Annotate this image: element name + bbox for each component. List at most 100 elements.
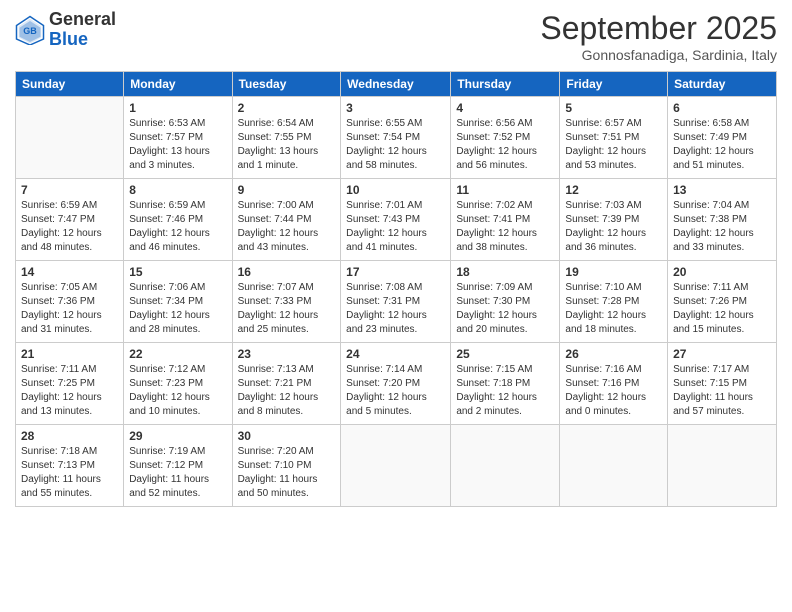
col-tuesday: Tuesday xyxy=(232,72,341,97)
calendar-week-row: 14 Sunrise: 7:05 AMSunset: 7:36 PMDaylig… xyxy=(16,261,777,343)
day-number: 27 xyxy=(673,347,771,361)
day-number: 19 xyxy=(565,265,662,279)
calendar-week-row: 7 Sunrise: 6:59 AMSunset: 7:47 PMDayligh… xyxy=(16,179,777,261)
day-number: 23 xyxy=(238,347,336,361)
day-info: Sunrise: 6:57 AMSunset: 7:51 PMDaylight:… xyxy=(565,117,662,173)
calendar-page: GB General Blue September 2025 Gonnosfan… xyxy=(0,0,792,612)
day-number: 8 xyxy=(129,183,226,197)
day-number: 18 xyxy=(456,265,554,279)
day-info: Sunrise: 6:55 AMSunset: 7:54 PMDaylight:… xyxy=(346,117,445,173)
title-block: September 2025 Gonnosfanadiga, Sardinia,… xyxy=(540,10,777,63)
day-info: Sunrise: 7:13 AMSunset: 7:21 PMDaylight:… xyxy=(238,363,336,419)
day-info: Sunrise: 7:11 AMSunset: 7:26 PMDaylight:… xyxy=(673,281,771,337)
day-info: Sunrise: 7:12 AMSunset: 7:23 PMDaylight:… xyxy=(129,363,226,419)
calendar-cell: 18 Sunrise: 7:09 AMSunset: 7:30 PMDaylig… xyxy=(451,261,560,343)
calendar-week-row: 21 Sunrise: 7:11 AMSunset: 7:25 PMDaylig… xyxy=(16,343,777,425)
day-info: Sunrise: 6:53 AMSunset: 7:57 PMDaylight:… xyxy=(129,117,226,173)
day-number: 6 xyxy=(673,101,771,115)
day-number: 28 xyxy=(21,429,118,443)
day-info: Sunrise: 7:20 AMSunset: 7:10 PMDaylight:… xyxy=(238,445,336,501)
day-info: Sunrise: 7:03 AMSunset: 7:39 PMDaylight:… xyxy=(565,199,662,255)
day-number: 20 xyxy=(673,265,771,279)
calendar-cell: 22 Sunrise: 7:12 AMSunset: 7:23 PMDaylig… xyxy=(124,343,232,425)
day-info: Sunrise: 7:06 AMSunset: 7:34 PMDaylight:… xyxy=(129,281,226,337)
day-number: 13 xyxy=(673,183,771,197)
calendar-cell: 19 Sunrise: 7:10 AMSunset: 7:28 PMDaylig… xyxy=(560,261,668,343)
day-info: Sunrise: 7:17 AMSunset: 7:15 PMDaylight:… xyxy=(673,363,771,419)
calendar-cell: 2 Sunrise: 6:54 AMSunset: 7:55 PMDayligh… xyxy=(232,97,341,179)
col-saturday: Saturday xyxy=(668,72,777,97)
day-number: 25 xyxy=(456,347,554,361)
day-info: Sunrise: 7:18 AMSunset: 7:13 PMDaylight:… xyxy=(21,445,118,501)
day-number: 4 xyxy=(456,101,554,115)
day-info: Sunrise: 7:08 AMSunset: 7:31 PMDaylight:… xyxy=(346,281,445,337)
calendar-cell: 13 Sunrise: 7:04 AMSunset: 7:38 PMDaylig… xyxy=(668,179,777,261)
day-number: 2 xyxy=(238,101,336,115)
day-number: 21 xyxy=(21,347,118,361)
calendar-cell: 11 Sunrise: 7:02 AMSunset: 7:41 PMDaylig… xyxy=(451,179,560,261)
day-info: Sunrise: 7:07 AMSunset: 7:33 PMDaylight:… xyxy=(238,281,336,337)
calendar-cell: 30 Sunrise: 7:20 AMSunset: 7:10 PMDaylig… xyxy=(232,425,341,507)
calendar-cell xyxy=(341,425,451,507)
day-info: Sunrise: 7:15 AMSunset: 7:18 PMDaylight:… xyxy=(456,363,554,419)
day-info: Sunrise: 6:58 AMSunset: 7:49 PMDaylight:… xyxy=(673,117,771,173)
calendar-week-row: 28 Sunrise: 7:18 AMSunset: 7:13 PMDaylig… xyxy=(16,425,777,507)
calendar-cell: 8 Sunrise: 6:59 AMSunset: 7:46 PMDayligh… xyxy=(124,179,232,261)
calendar-cell: 4 Sunrise: 6:56 AMSunset: 7:52 PMDayligh… xyxy=(451,97,560,179)
logo-blue: Blue xyxy=(49,29,88,49)
day-info: Sunrise: 6:59 AMSunset: 7:47 PMDaylight:… xyxy=(21,199,118,255)
day-number: 26 xyxy=(565,347,662,361)
day-info: Sunrise: 7:11 AMSunset: 7:25 PMDaylight:… xyxy=(21,363,118,419)
day-number: 1 xyxy=(129,101,226,115)
col-thursday: Thursday xyxy=(451,72,560,97)
logo-text: General Blue xyxy=(49,10,116,50)
month-title: September 2025 xyxy=(540,10,777,47)
day-number: 16 xyxy=(238,265,336,279)
calendar-cell xyxy=(668,425,777,507)
calendar-cell: 6 Sunrise: 6:58 AMSunset: 7:49 PMDayligh… xyxy=(668,97,777,179)
day-number: 5 xyxy=(565,101,662,115)
day-number: 22 xyxy=(129,347,226,361)
calendar-table: Sunday Monday Tuesday Wednesday Thursday… xyxy=(15,71,777,507)
calendar-cell: 24 Sunrise: 7:14 AMSunset: 7:20 PMDaylig… xyxy=(341,343,451,425)
calendar-cell: 17 Sunrise: 7:08 AMSunset: 7:31 PMDaylig… xyxy=(341,261,451,343)
day-number: 17 xyxy=(346,265,445,279)
day-number: 12 xyxy=(565,183,662,197)
calendar-cell xyxy=(16,97,124,179)
day-number: 7 xyxy=(21,183,118,197)
col-monday: Monday xyxy=(124,72,232,97)
calendar-cell: 14 Sunrise: 7:05 AMSunset: 7:36 PMDaylig… xyxy=(16,261,124,343)
calendar-cell: 23 Sunrise: 7:13 AMSunset: 7:21 PMDaylig… xyxy=(232,343,341,425)
day-info: Sunrise: 7:19 AMSunset: 7:12 PMDaylight:… xyxy=(129,445,226,501)
day-number: 24 xyxy=(346,347,445,361)
day-info: Sunrise: 7:00 AMSunset: 7:44 PMDaylight:… xyxy=(238,199,336,255)
calendar-cell: 27 Sunrise: 7:17 AMSunset: 7:15 PMDaylig… xyxy=(668,343,777,425)
day-number: 9 xyxy=(238,183,336,197)
logo-general: General xyxy=(49,9,116,29)
calendar-cell: 7 Sunrise: 6:59 AMSunset: 7:47 PMDayligh… xyxy=(16,179,124,261)
calendar-week-row: 1 Sunrise: 6:53 AMSunset: 7:57 PMDayligh… xyxy=(16,97,777,179)
day-info: Sunrise: 7:16 AMSunset: 7:16 PMDaylight:… xyxy=(565,363,662,419)
calendar-cell: 21 Sunrise: 7:11 AMSunset: 7:25 PMDaylig… xyxy=(16,343,124,425)
day-info: Sunrise: 6:54 AMSunset: 7:55 PMDaylight:… xyxy=(238,117,336,173)
day-number: 3 xyxy=(346,101,445,115)
day-info: Sunrise: 6:56 AMSunset: 7:52 PMDaylight:… xyxy=(456,117,554,173)
calendar-cell: 20 Sunrise: 7:11 AMSunset: 7:26 PMDaylig… xyxy=(668,261,777,343)
col-wednesday: Wednesday xyxy=(341,72,451,97)
day-info: Sunrise: 7:01 AMSunset: 7:43 PMDaylight:… xyxy=(346,199,445,255)
calendar-cell xyxy=(451,425,560,507)
col-sunday: Sunday xyxy=(16,72,124,97)
day-info: Sunrise: 7:14 AMSunset: 7:20 PMDaylight:… xyxy=(346,363,445,419)
day-number: 30 xyxy=(238,429,336,443)
calendar-cell: 10 Sunrise: 7:01 AMSunset: 7:43 PMDaylig… xyxy=(341,179,451,261)
day-info: Sunrise: 7:05 AMSunset: 7:36 PMDaylight:… xyxy=(21,281,118,337)
calendar-cell: 29 Sunrise: 7:19 AMSunset: 7:12 PMDaylig… xyxy=(124,425,232,507)
day-number: 11 xyxy=(456,183,554,197)
day-number: 10 xyxy=(346,183,445,197)
header: GB General Blue September 2025 Gonnosfan… xyxy=(15,10,777,63)
calendar-cell: 5 Sunrise: 6:57 AMSunset: 7:51 PMDayligh… xyxy=(560,97,668,179)
calendar-cell: 3 Sunrise: 6:55 AMSunset: 7:54 PMDayligh… xyxy=(341,97,451,179)
calendar-cell: 1 Sunrise: 6:53 AMSunset: 7:57 PMDayligh… xyxy=(124,97,232,179)
calendar-cell: 28 Sunrise: 7:18 AMSunset: 7:13 PMDaylig… xyxy=(16,425,124,507)
calendar-cell: 26 Sunrise: 7:16 AMSunset: 7:16 PMDaylig… xyxy=(560,343,668,425)
